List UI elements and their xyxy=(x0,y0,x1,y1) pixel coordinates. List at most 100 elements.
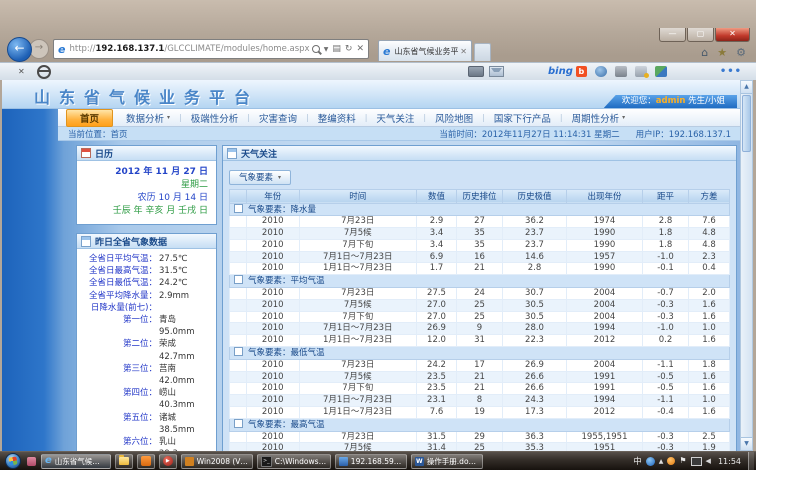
group-row[interactable]: 气象要素：最低气温 xyxy=(230,347,730,360)
blocker-icon[interactable] xyxy=(37,65,51,79)
row-select-cell xyxy=(230,288,247,300)
taskbar-explorer-button[interactable] xyxy=(115,454,133,469)
nav-item-label: 极端性分析 xyxy=(191,111,239,125)
chevron-down-icon: ▾ xyxy=(278,174,281,181)
row-select-cell xyxy=(230,443,247,451)
vertical-scrollbar[interactable]: ▲ ▼ xyxy=(740,80,753,451)
tab-title[interactable]: 山东省气候业务平... xyxy=(394,46,458,57)
table-cell: 23.7 xyxy=(503,239,567,251)
favorites-star-icon[interactable]: ★ xyxy=(717,46,727,59)
table-cell: 7月5候 xyxy=(299,371,417,383)
group-row[interactable]: 气象要素：降水量 xyxy=(230,203,730,216)
nav-item-8[interactable]: 周期性分析▾ xyxy=(563,111,635,125)
ie-icon: e xyxy=(45,456,52,466)
table-cell: 7月23日 xyxy=(299,288,417,300)
table-cell: 22.3 xyxy=(503,335,567,347)
group-label: 气象要素：最高气温 xyxy=(248,420,325,430)
table-cell: 2004 xyxy=(567,311,643,323)
minimize-button[interactable]: — xyxy=(659,28,686,42)
group-expand-checkbox[interactable] xyxy=(234,419,243,428)
vm-icon xyxy=(185,457,194,466)
column-header xyxy=(230,189,247,203)
sparkle-icon[interactable] xyxy=(635,66,647,77)
group-row[interactable]: 气象要素：平均气温 xyxy=(230,275,730,288)
forward-button[interactable]: → xyxy=(29,39,49,59)
show-hidden-icons[interactable]: ▲ xyxy=(659,458,664,465)
new-tab-button[interactable] xyxy=(474,43,491,61)
back-button[interactable]: ← xyxy=(7,37,32,62)
nav-item-4[interactable]: 整编资料 xyxy=(309,111,365,125)
taskbar-window-button-2[interactable]: 192.168.59.99... xyxy=(335,454,407,469)
clock[interactable]: 11:54 xyxy=(718,457,741,466)
security-icon[interactable] xyxy=(667,457,675,465)
group-row[interactable]: 气象要素：最高气温 xyxy=(230,418,730,431)
reader-icon[interactable] xyxy=(468,66,484,77)
taskbar-player-button[interactable]: ▶ xyxy=(159,454,177,469)
ime-indicator[interactable]: 中 xyxy=(633,455,642,467)
nav-item-7[interactable]: 国家下行产品 xyxy=(485,111,560,125)
taskbar-window-button-1[interactable]: >_C:\Windows\s... xyxy=(257,454,331,469)
tab-close-icon[interactable]: ✕ xyxy=(460,47,467,56)
refresh-icon[interactable]: ↻ xyxy=(345,44,353,54)
table-cell: 1994 xyxy=(567,395,643,407)
tools-gear-icon[interactable]: ⚙ xyxy=(736,46,746,59)
home-icon[interactable]: ⌂ xyxy=(701,46,708,59)
url-text[interactable]: http://192.168.137.1/GLCCLIMATE/modules/… xyxy=(69,44,311,54)
close-button[interactable]: ✕ xyxy=(715,28,750,42)
stop-icon[interactable]: ✕ xyxy=(356,44,364,54)
action-center-flag-icon[interactable]: ⚑ xyxy=(679,457,686,465)
table-cell: 19 xyxy=(457,407,503,419)
taskbar-window-button-0[interactable]: Win2008 (VS2... xyxy=(181,454,253,469)
scrollbar-up-arrow[interactable]: ▲ xyxy=(741,81,752,94)
nav-item-label: 数据分析 xyxy=(126,111,164,125)
nav-item-6[interactable]: 风险地图 xyxy=(426,111,482,125)
group-expand-checkbox[interactable] xyxy=(234,204,243,213)
scrollbar-thumb[interactable] xyxy=(742,95,751,152)
table-cell: 1.6 xyxy=(689,371,730,383)
taskbar-window-button-3[interactable]: W操作手册.docx ... xyxy=(411,454,483,469)
start-button[interactable] xyxy=(5,453,21,469)
overflow-menu-icon[interactable]: ••• xyxy=(720,66,742,77)
group-expand-checkbox[interactable] xyxy=(234,275,243,284)
table-row: 20107月5候3.43523.719901.84.8 xyxy=(230,228,730,240)
search-icon[interactable] xyxy=(312,45,320,53)
mail-icon[interactable] xyxy=(489,66,504,77)
table-cell: 26.9 xyxy=(417,323,457,335)
globe-icon[interactable] xyxy=(595,66,607,77)
people-icon[interactable] xyxy=(655,66,667,77)
speaker-icon[interactable]: ◀ xyxy=(706,457,711,465)
table-cell: 7月5候 xyxy=(299,443,417,451)
table-cell: 1990 xyxy=(567,239,643,251)
table-cell: 0.2 xyxy=(643,335,689,347)
network-status-icon[interactable] xyxy=(691,457,702,466)
browser-tab[interactable]: e 山东省气候业务平... ✕ xyxy=(378,40,472,61)
table-cell: 27.0 xyxy=(417,299,457,311)
chevron-down-icon[interactable]: ▼ xyxy=(324,46,329,53)
group-expand-checkbox[interactable] xyxy=(234,347,243,356)
nav-item-0[interactable]: 首页 xyxy=(66,109,113,127)
nav-item-3[interactable]: 灾害查询 xyxy=(250,111,306,125)
element-selector-button[interactable]: 气象要素 ▾ xyxy=(229,170,291,185)
address-bar[interactable]: e http://192.168.137.1/GLCCLIMATE/module… xyxy=(53,39,369,59)
maximize-button[interactable]: ▢ xyxy=(687,28,714,42)
table-cell: -0.1 xyxy=(643,263,689,275)
nav-item-5[interactable]: 天气关注 xyxy=(367,111,423,125)
camera-icon[interactable] xyxy=(615,66,627,77)
close-toolbar-icon[interactable]: ✕ xyxy=(18,67,25,76)
nav-item-2[interactable]: 极端性分析 xyxy=(182,111,248,125)
stat-label: 全省日平均气温： xyxy=(79,253,157,265)
show-desktop-button[interactable] xyxy=(748,452,754,471)
scrollbar-down-arrow[interactable]: ▼ xyxy=(741,437,752,450)
bing-logo[interactable]: bing b xyxy=(548,66,587,77)
taskbar-ie-button[interactable]: e 山东省气候业务平... xyxy=(41,454,111,469)
table-cell: 7月5候 xyxy=(299,228,417,240)
table-cell: 1.6 xyxy=(689,383,730,395)
address-toolbar: ← → e http://192.168.137.1/GLCCLIMATE/mo… xyxy=(7,37,491,61)
nav-item-1[interactable]: 数据分析▾ xyxy=(117,111,179,125)
network-globe-icon[interactable] xyxy=(646,457,655,466)
stat-value: 诸城 38.5mm xyxy=(159,412,214,436)
pinned-app-icon[interactable] xyxy=(27,457,36,466)
row-select-cell xyxy=(230,407,247,419)
compat-view-icon[interactable]: ▤ xyxy=(332,44,341,54)
taskbar-media-button[interactable] xyxy=(137,454,155,469)
